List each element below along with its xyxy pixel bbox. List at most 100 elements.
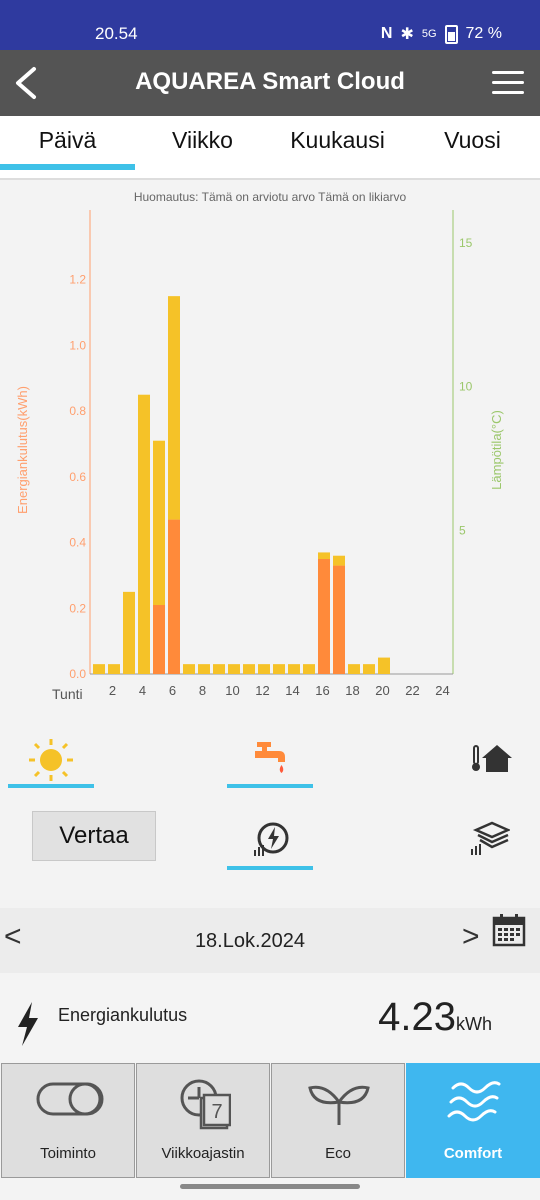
selected-date: 18.Lok.2024 <box>194 930 306 952</box>
x-tick-label: 6 <box>169 683 176 698</box>
energy-selected-indicator <box>227 866 313 870</box>
chart-bar <box>318 559 330 674</box>
nav-viikkoajastin[interactable]: 7 Viikkoajastin <box>136 1063 270 1178</box>
energy-summary: Energiankulutus 4.23kWh <box>0 973 540 1063</box>
x-tick-label: 10 <box>225 683 239 698</box>
battery-percent: 72 % <box>465 25 502 42</box>
chart-bar <box>273 664 285 674</box>
active-tab-indicator <box>0 164 135 170</box>
date-navigator: < 18.Lok.2024 > <box>0 908 540 973</box>
energy-chart: 0.00.20.40.60.81.01.2510152 4 6 8 10 12 14 16 18… <box>15 210 504 702</box>
chart-bar <box>183 664 195 674</box>
y-tick-label: 1.2 <box>69 273 86 287</box>
next-day-button[interactable]: > <box>462 920 480 954</box>
tab-day[interactable]: Päivä <box>0 127 135 154</box>
battery-icon <box>444 24 458 44</box>
tab-month[interactable]: Kuukausi <box>270 127 405 154</box>
chart-bar <box>153 440 165 605</box>
nav-toiminto-label: Toiminto <box>40 1145 96 1162</box>
x-tick-label: 8 <box>199 683 206 698</box>
chart-bar <box>168 519 180 674</box>
tab-week[interactable]: Viikko <box>135 127 270 154</box>
energy-value-number: 4.23 <box>378 995 456 1039</box>
chart-bar <box>333 555 345 566</box>
bottom-navigation: Toiminto 7 Viikkoajastin Eco Comfort <box>0 1063 540 1180</box>
chart-bar <box>333 565 345 674</box>
chart-bar <box>363 664 375 674</box>
chart-bar <box>378 657 390 674</box>
svg-text:7: 7 <box>211 1101 222 1123</box>
chart-bar <box>138 394 150 674</box>
leaf-icon <box>308 1085 370 1125</box>
nav-eco-label: Eco <box>325 1145 351 1162</box>
nav-viikkoajastin-label: Viikkoajastin <box>161 1145 245 1162</box>
app-bar: AQUAREA Smart Cloud <box>0 50 540 116</box>
bluetooth-icon: ✱ <box>400 26 414 43</box>
layers-icon[interactable] <box>470 820 510 856</box>
chart-bar <box>318 552 330 559</box>
app-title: AQUAREA Smart Cloud <box>135 68 405 95</box>
y2-axis-label: Lämpötila(°C) <box>489 410 504 490</box>
x-tick-label: 20 <box>375 683 389 698</box>
x-tick-label: 2 <box>109 683 116 698</box>
compare-button[interactable]: Vertaa <box>32 811 156 861</box>
toggle-icon <box>36 1082 104 1116</box>
hamburger-menu-icon[interactable] <box>492 71 524 95</box>
chart-panel: Huomautus: Tämä on arviotu arvo Tämä on … <box>0 180 540 705</box>
network-icon: 5G <box>421 28 437 40</box>
chart-bar <box>153 605 165 674</box>
tab-year[interactable]: Vuosi <box>405 127 540 154</box>
calendar-icon[interactable] <box>492 913 526 947</box>
chart-bar <box>258 664 270 674</box>
energy-label: Energiankulutus <box>58 1005 188 1025</box>
chart-bar <box>93 664 105 674</box>
x-tick-label: 4 <box>139 683 146 698</box>
y-tick-label: 1.0 <box>69 338 86 352</box>
status-bar: 20.54 N ✱ 5G 72 % <box>0 0 540 50</box>
lightning-icon <box>18 1002 38 1046</box>
tap-selected-indicator <box>227 784 313 788</box>
weekly-timer-icon: 7 <box>180 1079 231 1130</box>
energy-consumption-icon[interactable] <box>253 820 291 858</box>
chart-bar <box>243 664 255 674</box>
x-axis-label: Tunti <box>52 686 83 702</box>
x-tick-label: 22 <box>405 683 419 698</box>
y-tick-label: 0.6 <box>69 470 86 484</box>
status-time: 20.54 <box>95 24 138 43</box>
x-tick-label: 24 <box>435 683 449 698</box>
y-axis-label: Energiankulutus(kWh) <box>15 386 30 514</box>
home-indicator[interactable] <box>180 1184 360 1189</box>
chart-bar <box>288 664 300 674</box>
y-tick-label: 0.0 <box>69 667 86 681</box>
nav-comfort-label: Comfort <box>443 1145 503 1162</box>
y2-tick-label: 10 <box>459 380 473 394</box>
status-icons: N ✱ 5G 72 % <box>381 24 502 44</box>
house-temperature-icon[interactable] <box>468 742 514 774</box>
x-tick-label: 12 <box>255 683 269 698</box>
y2-tick-label: 5 <box>459 523 466 537</box>
energy-value-unit: kWh <box>456 1014 492 1034</box>
sun-selected-indicator <box>8 784 94 788</box>
y-tick-label: 0.2 <box>69 601 86 615</box>
chart-bar <box>348 664 360 674</box>
wave-icon <box>447 1081 501 1122</box>
nav-toiminto[interactable]: Toiminto <box>1 1063 135 1178</box>
y-tick-label: 0.4 <box>69 536 86 550</box>
sun-icon[interactable] <box>28 738 74 782</box>
nav-comfort[interactable]: Comfort <box>406 1063 540 1178</box>
nfc-icon: N <box>380 25 393 42</box>
energy-value: 4.23kWh <box>378 995 492 1040</box>
nav-eco[interactable]: Eco <box>271 1063 405 1178</box>
chart-bar <box>228 664 240 674</box>
period-tabs: Päivä Viikko Kuukausi Vuosi <box>0 116 540 180</box>
x-tick-label: 14 <box>285 683 299 698</box>
tap-water-icon[interactable] <box>253 740 289 776</box>
chart-bar <box>303 664 315 674</box>
x-tick-label: 16 <box>315 683 329 698</box>
chart-bar <box>108 664 120 674</box>
chart-bar <box>213 664 225 674</box>
x-tick-label: 18 <box>345 683 359 698</box>
chart-bar <box>123 591 135 674</box>
y-tick-label: 0.8 <box>69 404 86 418</box>
y2-tick-label: 15 <box>459 236 473 250</box>
